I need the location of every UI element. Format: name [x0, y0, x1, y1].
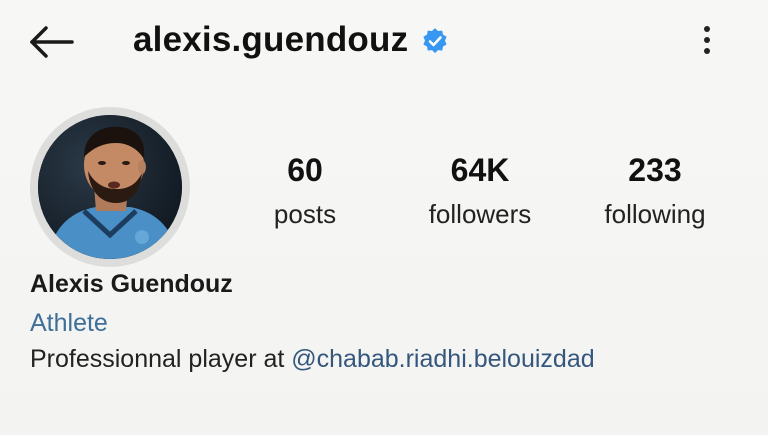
bio-mention-link[interactable]: @chabab.riadhi.belouizdad — [291, 345, 594, 373]
following-label: following — [604, 199, 706, 229]
posts-count[interactable]: 60 posts — [255, 150, 355, 234]
header-title: alexis.guendouz — [133, 18, 448, 62]
following-count[interactable]: 233 following — [585, 150, 725, 234]
more-vertical-icon — [690, 20, 724, 54]
profile-avatar[interactable] — [30, 107, 190, 267]
username: alexis.guendouz — [133, 20, 409, 59]
verified-badge-icon — [423, 28, 447, 54]
following-value: 233 — [628, 152, 682, 188]
followers-value: 64K — [450, 152, 510, 188]
full-name: Alexis Guendouz — [30, 270, 233, 298]
bio-text: Professionnal player at — [30, 345, 292, 373]
bio: Professionnal player at @chabab.riadhi.b… — [30, 345, 595, 374]
avatar-image — [38, 115, 182, 259]
profile-category: Athlete — [30, 309, 108, 337]
followers-label: followers — [428, 199, 532, 229]
arrow-left-icon — [30, 26, 74, 58]
profile-page: alexis.guendouz 60 posts 64K followers 2… — [0, 0, 768, 435]
followers-count[interactable]: 64K followers — [405, 150, 555, 234]
posts-label: posts — [273, 199, 337, 229]
posts-value: 60 — [287, 152, 323, 188]
more-options-button[interactable] — [690, 20, 724, 60]
back-button[interactable] — [26, 22, 76, 62]
